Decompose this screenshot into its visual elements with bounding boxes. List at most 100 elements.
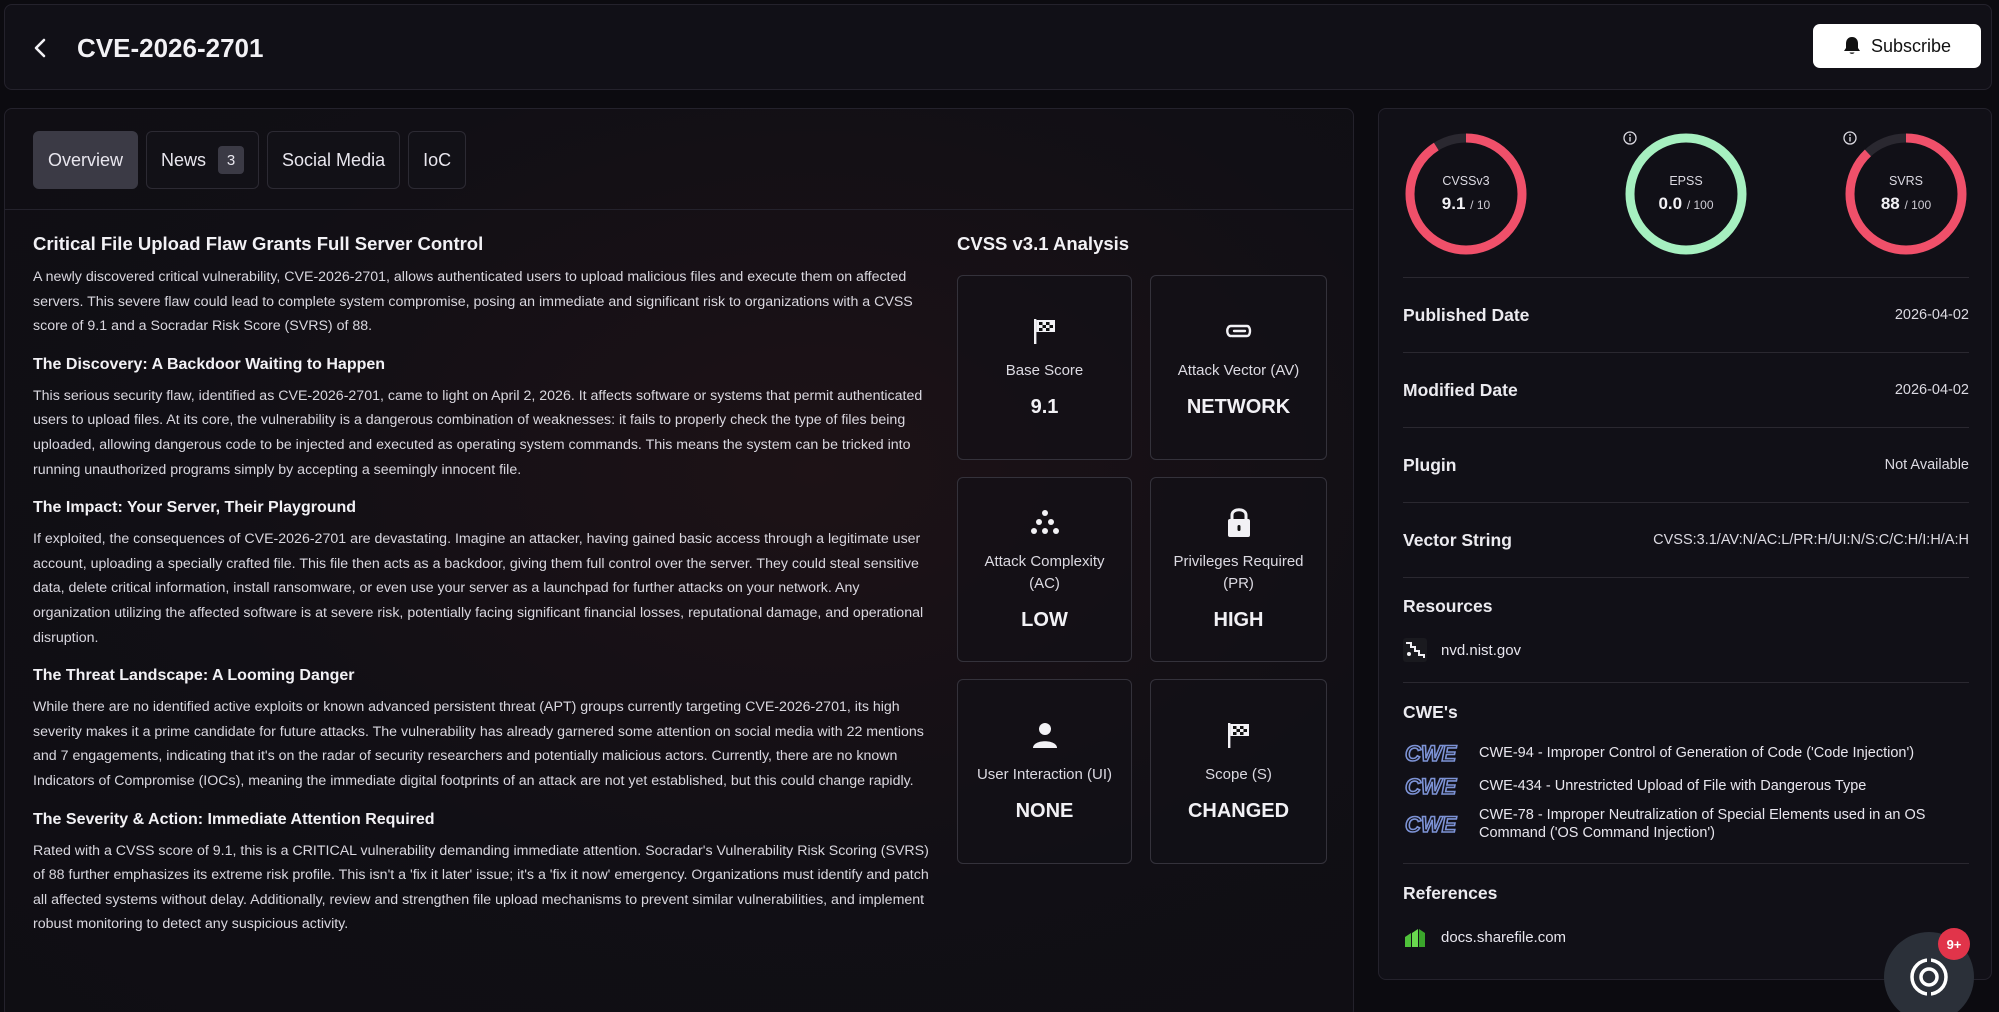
- metric-card-privileges-required: Privileges Required (PR) HIGH: [1150, 477, 1327, 662]
- metric-value: HIGH: [1213, 609, 1264, 631]
- resource-link-nvd[interactable]: nvd.nist.gov: [1403, 638, 1521, 662]
- info-value: Not Available: [1884, 457, 1969, 473]
- lock-icon: [1227, 508, 1250, 537]
- metric-value: LOW: [1021, 609, 1068, 631]
- info-value: 2026-04-02: [1894, 307, 1969, 323]
- flag-icon: [1227, 723, 1249, 748]
- tab-bar: Overview News 3 Social Media IoC: [33, 131, 467, 189]
- article: Critical File Upload Flaw Grants Full Se…: [33, 233, 938, 937]
- section-heading: The Discovery: A Backdoor Waiting to Hap…: [33, 355, 386, 373]
- section-heading: The Severity & Action: Immediate Attenti…: [33, 810, 435, 828]
- resources-title: Resources: [1403, 596, 1493, 616]
- metric-card-attack-vector: Attack Vector (AV) NETWORK: [1150, 275, 1327, 460]
- gauge-label: CVSSv3: [1442, 174, 1490, 188]
- user-icon: [1032, 723, 1057, 748]
- tab-overview[interactable]: Overview: [33, 131, 139, 189]
- metric-value: NETWORK: [1186, 396, 1291, 418]
- divider: [1403, 863, 1969, 864]
- section-body: Rated with a CVSS score of 9.1, this is …: [33, 842, 929, 933]
- section-heading: The Impact: Your Server, Their Playgroun…: [33, 499, 357, 517]
- tab-social-media[interactable]: Social Media: [267, 131, 401, 189]
- tab-news[interactable]: News 3: [146, 131, 260, 189]
- sharefile-logo-icon: [1405, 929, 1425, 947]
- gauge-label: EPSS: [1669, 174, 1703, 188]
- published-date-row: Published Date 2026-04-02: [1403, 277, 1969, 352]
- cwe-logo-text: CWE: [1405, 774, 1458, 798]
- cwes-title: CWE's: [1403, 702, 1458, 722]
- metric-card-user-interaction: User Interaction (UI) NONE: [957, 679, 1132, 864]
- tab-divider: [5, 209, 1353, 210]
- gauge-epss: EPSS 0.0 / 100: [1623, 131, 1749, 257]
- resource-label: nvd.nist.gov: [1441, 641, 1522, 659]
- tab-label: IoC: [423, 149, 452, 170]
- gauge-value: 0.0: [1658, 194, 1683, 213]
- article-intro: A newly discovered critical vulnerabilit…: [33, 269, 913, 335]
- cwe-item-434[interactable]: CWE CWE-434 - Unrestricted Upload of Fil…: [1403, 774, 1969, 798]
- metric-label: Scope (S): [1205, 766, 1272, 783]
- info-label: Vector String: [1403, 529, 1512, 550]
- gauge-value: 9.1: [1441, 194, 1466, 213]
- subscribe-button[interactable]: Subscribe: [1813, 24, 1981, 68]
- metric-label: Privileges Required (PR): [1173, 553, 1304, 592]
- side-panel: CVSSv3 9.1 / 10 EPSS 0.0 / 100 SVRS 88 /…: [1378, 108, 1992, 980]
- metric-label: Attack Vector (AV): [1177, 362, 1300, 379]
- metric-card-scope: Scope (S) CHANGED: [1150, 679, 1327, 864]
- score-gauges: CVSSv3 9.1 / 10 EPSS 0.0 / 100 SVRS 88 /…: [1403, 131, 1969, 259]
- section-body: If exploited, the consequences of CVE-20…: [33, 531, 924, 646]
- gauge-max: / 10: [1470, 198, 1491, 212]
- metric-label: Base Score: [1005, 362, 1084, 379]
- cwe-item-78[interactable]: CWE CWE-78 - Improper Neutralization of …: [1403, 806, 1969, 842]
- info-label: Modified Date: [1403, 379, 1518, 400]
- nvd-logo-icon: [1403, 638, 1427, 662]
- metric-label: Attack Complexity (AC): [984, 553, 1105, 592]
- cwe-item-94[interactable]: CWE CWE-94 - Improper Control of Generat…: [1403, 741, 1969, 765]
- metric-card-base-score: Base Score 9.1: [957, 275, 1132, 460]
- plugin-row: Plugin Not Available: [1403, 427, 1969, 502]
- divider: [1403, 577, 1969, 578]
- reference-label: docs.sharefile.com: [1441, 928, 1567, 946]
- info-icon[interactable]: [1623, 131, 1637, 145]
- back-button[interactable]: [25, 33, 55, 63]
- cwe-label: CWE-434 - Unrestricted Upload of File wi…: [1479, 778, 1867, 794]
- section-body: This serious security flaw, identified a…: [33, 387, 923, 478]
- gauge-max: / 100: [1686, 198, 1714, 212]
- cwe-logo-text: CWE: [1405, 812, 1458, 836]
- page-header: CVE-2026-2701 Subscribe: [4, 4, 1992, 90]
- cwe-logo-text: CWE: [1405, 741, 1458, 765]
- section-heading: The Threat Landscape: A Looming Danger: [33, 667, 355, 685]
- tab-label: Social Media: [282, 149, 386, 170]
- info-value: CVSS:3.1/AV:N/AC:L/PR:H/UI:N/S:C/C:H/I:H…: [1653, 532, 1969, 548]
- tab-ioc[interactable]: IoC: [408, 131, 467, 189]
- references-title: References: [1403, 883, 1498, 903]
- chevron-left-icon: [34, 38, 46, 58]
- bell-icon: [1843, 37, 1860, 54]
- info-label: Plugin: [1403, 454, 1457, 475]
- gauge-cvss: CVSSv3 9.1 / 10: [1403, 131, 1529, 257]
- metric-value: 9.1: [1030, 396, 1059, 418]
- cwe-label: CWE-94 - Improper Control of Generation …: [1479, 745, 1915, 761]
- page-title: CVE-2026-2701: [77, 33, 264, 63]
- article-title: Critical File Upload Flaw Grants Full Se…: [33, 233, 484, 254]
- paperclip-icon: [1225, 324, 1251, 338]
- news-count-badge: 3: [218, 146, 245, 174]
- flag-icon: [1033, 319, 1055, 344]
- gauge-label: SVRS: [1888, 174, 1924, 188]
- cwe-logo-icon: CWE: [1404, 812, 1458, 836]
- chat-notification-badge: 9+: [1938, 928, 1970, 960]
- cwe-label: CWE-78 - Improper Neutralization of Spec…: [1479, 807, 1926, 841]
- reference-link-sharefile[interactable]: docs.sharefile.com: [1403, 925, 1566, 949]
- cvss-analysis-title: CVSS v3.1 Analysis: [957, 233, 1130, 254]
- gauge-max: / 100: [1904, 198, 1932, 212]
- metric-value: NONE: [1015, 800, 1074, 822]
- metric-label: User Interaction (UI): [976, 766, 1113, 783]
- modified-date-row: Modified Date 2026-04-02: [1403, 352, 1969, 427]
- metric-value: CHANGED: [1187, 800, 1290, 822]
- vector-string-row: Vector String CVSS:3.1/AV:N/AC:L/PR:H/UI…: [1403, 502, 1969, 577]
- main-panel: Overview News 3 Social Media IoC Critica…: [4, 108, 1354, 1012]
- gauge-value: 88: [1880, 194, 1900, 213]
- gauge-svrs: SVRS 88 / 100: [1843, 131, 1969, 257]
- cwe-logo-icon: CWE: [1404, 741, 1458, 765]
- info-icon[interactable]: [1843, 131, 1857, 145]
- chat-support-icon: [1910, 957, 1948, 997]
- cvss-metric-grid: Base Score 9.1 Attack Vector (AV) NETWOR…: [957, 275, 1327, 864]
